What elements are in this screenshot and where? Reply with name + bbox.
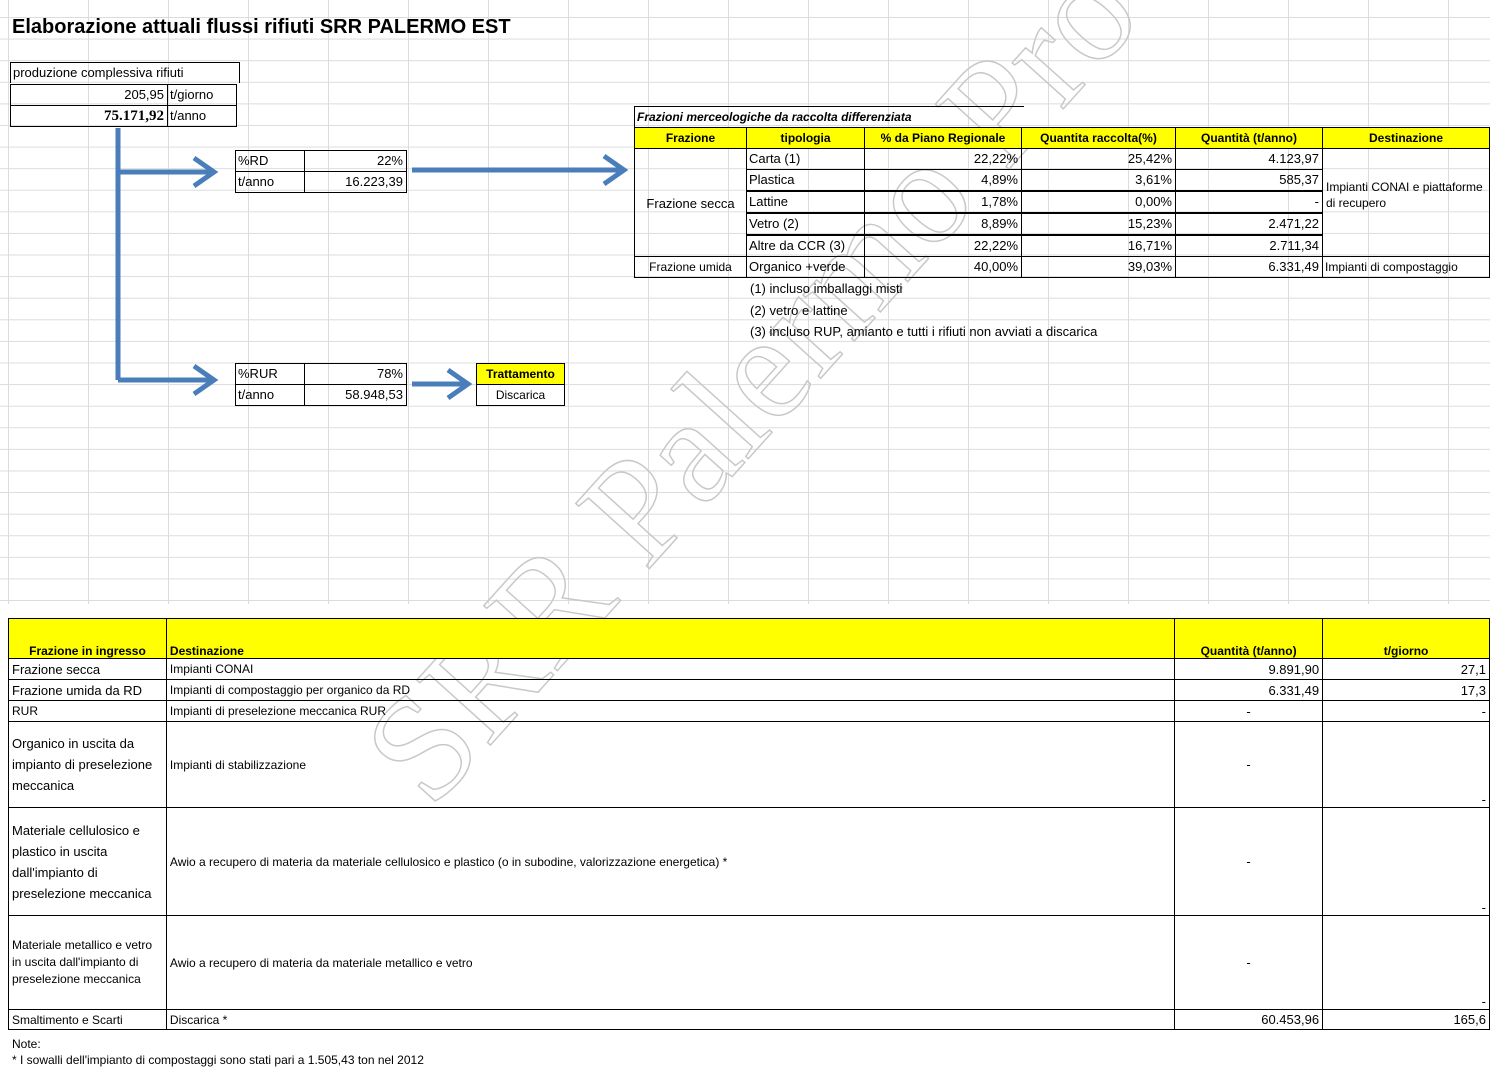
row-frazione: Frazione umida da RD	[8, 679, 167, 701]
table-row: Materiale metallico e vetro in uscita da…	[8, 915, 1490, 1010]
row-tgiorno: -	[1322, 807, 1490, 916]
fraction-pct-raccolta: 39,03%	[1021, 256, 1176, 278]
fraction-tipologia: Plastica	[746, 169, 865, 191]
production-label: produzione complessiva rifiuti	[10, 62, 240, 83]
page-title: Elaborazione attuali flussi rifiuti SRR …	[12, 16, 511, 38]
row-destinazione: Impianti di stabilizzazione	[165, 721, 1176, 808]
fractions-header-raccolta: Quantita raccolta(%)	[1021, 127, 1176, 149]
fraction-tipologia: Organico +verde	[746, 256, 865, 278]
fractions-caption: Frazioni merceologiche da raccolta diffe…	[634, 106, 1024, 127]
rur-pct-label: %RUR	[235, 363, 305, 385]
row-frazione: Materiale metallico e vetro in uscita da…	[8, 915, 167, 1010]
fractions-dest-secca: Impianti CONAI e piattaforme di recupero	[1322, 148, 1490, 257]
fraction-tipologia: Vetro (2)	[746, 213, 865, 235]
row-tgiorno: -	[1322, 721, 1490, 808]
row-destinazione: Impianti di preselezione meccanica RUR	[165, 700, 1176, 722]
row-quantita: 9.891,90	[1174, 658, 1324, 680]
production-daily-unit: t/giorno	[167, 84, 237, 106]
row-quantita: -	[1174, 700, 1324, 722]
rur-t-value: 58.948,53	[304, 384, 407, 406]
fractions-footnote: (3) incluso RUP, amianto e tutti i rifiu…	[750, 324, 1098, 339]
fractions-header-quantita: Quantità (t/anno)	[1175, 127, 1323, 149]
fraction-pct-piano: 4,89%	[864, 169, 1022, 191]
rur-pct-value: 78%	[304, 363, 407, 385]
rd-t-label: t/anno	[235, 171, 305, 193]
fraction-pct-piano: 22,22%	[864, 148, 1022, 170]
notes-text: * I sowalli dell'impianto di compostaggi…	[12, 1053, 424, 1067]
fraction-pct-piano: 22,22%	[864, 235, 1022, 257]
table-row: RUR Impianti di preselezione meccanica R…	[8, 700, 1490, 722]
table-row: Materiale cellulosico e plastico in usci…	[8, 807, 1490, 916]
row-tgiorno: 165,6	[1322, 1009, 1490, 1030]
rd-t-value: 16.223,39	[304, 171, 407, 193]
fraction-quantita: 585,37	[1175, 169, 1323, 191]
fraction-tipologia: Altre da CCR (3)	[746, 235, 865, 257]
row-quantita: 6.331,49	[1174, 679, 1324, 701]
fractions-footnote: (2) vetro e lattine	[750, 303, 848, 318]
fractions-group-secca: Frazione secca	[634, 148, 747, 257]
row-frazione: Frazione secca	[8, 658, 167, 680]
fractions-header-frazione: Frazione	[634, 127, 747, 149]
row-frazione: RUR	[8, 700, 167, 722]
fractions-footnote: (1) incluso imballaggi misti	[750, 281, 903, 296]
fraction-pct-piano: 8,89%	[864, 213, 1022, 235]
treatment-value: Discarica	[476, 384, 565, 406]
row-tgiorno: -	[1322, 915, 1490, 1010]
table-row: Frazione umida da RD Impianti di compost…	[8, 679, 1490, 701]
fraction-pct-raccolta: 3,61%	[1021, 169, 1176, 191]
header-frazione: Frazione in ingresso	[8, 618, 167, 659]
row-destinazione: Impianti di compostaggio per organico da…	[165, 679, 1176, 701]
header-destinazione: Destinazione	[165, 618, 1176, 659]
fraction-pct-raccolta: 16,71%	[1021, 235, 1176, 257]
row-destinazione: Discarica *	[165, 1009, 1176, 1030]
row-frazione: Organico in uscita da impianto di presel…	[8, 721, 167, 808]
fraction-pct-raccolta: 25,42%	[1021, 148, 1176, 170]
rur-t-label: t/anno	[235, 384, 305, 406]
row-tgiorno: -	[1322, 700, 1490, 722]
fraction-quantita: 4.123,97	[1175, 148, 1323, 170]
fraction-tipologia: Carta (1)	[746, 148, 865, 170]
notes-label: Note:	[12, 1037, 41, 1051]
fractions-dest-umida: Impianti di compostaggio	[1322, 256, 1490, 278]
fractions-header-tipologia: tipologia	[746, 127, 865, 149]
header-tgiorno: t/giorno	[1322, 618, 1490, 659]
header-quantita: Quantità (t/anno)	[1174, 618, 1324, 659]
rd-pct-value: 22%	[304, 150, 407, 172]
table-row: Organico in uscita da impianto di presel…	[8, 721, 1490, 808]
fractions-group-umida: Frazione umida	[634, 256, 747, 278]
fraction-quantita: -	[1175, 191, 1323, 213]
row-tgiorno: 27,1	[1322, 658, 1490, 680]
row-destinazione: Impianti CONAI	[165, 658, 1176, 680]
row-destinazione: Awio a recupero di materia da materiale …	[165, 807, 1176, 916]
fraction-pct-piano: 40,00%	[864, 256, 1022, 278]
fractions-header-piano: % da Piano Regionale	[864, 127, 1022, 149]
table-row: Frazione secca Impianti CONAI 9.891,90 2…	[8, 658, 1490, 680]
row-frazione: Smaltimento e Scarti	[8, 1009, 167, 1030]
fraction-pct-raccolta: 15,23%	[1021, 213, 1176, 235]
production-yearly-unit: t/anno	[167, 105, 237, 127]
rd-pct-label: %RD	[235, 150, 305, 172]
row-quantita: -	[1174, 721, 1324, 808]
row-quantita: -	[1174, 915, 1324, 1010]
table-header-row: Frazione in ingresso Destinazione Quanti…	[8, 618, 1490, 659]
table-row: Smaltimento e Scarti Discarica * 60.453,…	[8, 1009, 1490, 1030]
treatment-header: Trattamento	[476, 363, 565, 385]
production-yearly-value: 75.171,92	[10, 105, 168, 127]
fraction-quantita: 2.471,22	[1175, 213, 1323, 235]
fraction-quantita: 6.331,49	[1175, 256, 1323, 278]
row-tgiorno: 17,3	[1322, 679, 1490, 701]
fraction-tipologia: Lattine	[746, 191, 865, 213]
fraction-pct-raccolta: 0,00%	[1021, 191, 1176, 213]
production-daily-value: 205,95	[10, 84, 168, 106]
fraction-quantita: 2.711,34	[1175, 235, 1323, 257]
destinations-table: Frazione in ingresso Destinazione Quanti…	[8, 618, 1490, 1030]
row-quantita: -	[1174, 807, 1324, 916]
fraction-pct-piano: 1,78%	[864, 191, 1022, 213]
notes: Note: * I sowalli dell'impianto di compo…	[12, 1036, 424, 1068]
row-frazione: Materiale cellulosico e plastico in usci…	[8, 807, 167, 916]
row-quantita: 60.453,96	[1174, 1009, 1324, 1030]
row-destinazione: Awio a recupero di materia da materiale …	[165, 915, 1176, 1010]
fractions-header-destinazione: Destinazione	[1322, 127, 1490, 149]
